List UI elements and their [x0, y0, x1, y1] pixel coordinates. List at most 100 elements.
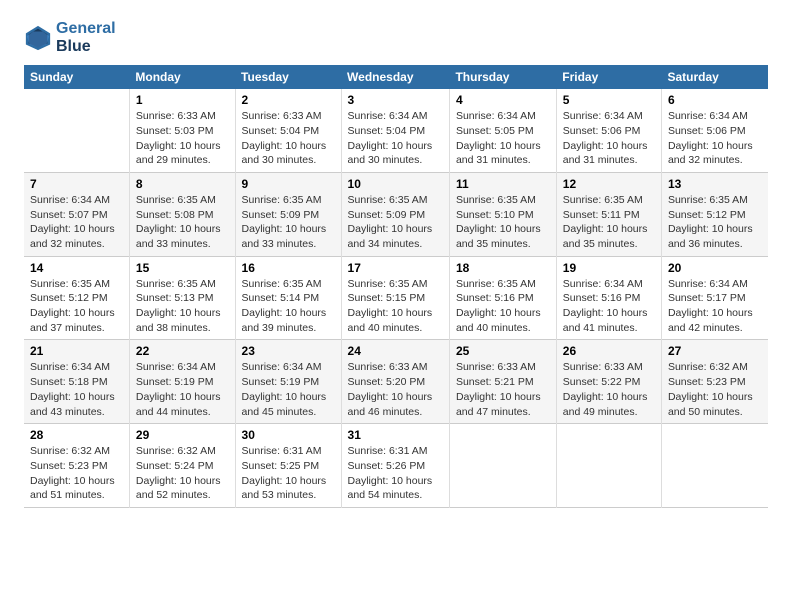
cell-line: and 29 minutes. — [136, 153, 229, 168]
cell-line: Sunset: 5:19 PM — [242, 375, 335, 390]
cell-w3-d1: 15Sunrise: 6:35 AMSunset: 5:13 PMDayligh… — [129, 256, 235, 340]
day-header-wednesday: Wednesday — [341, 65, 449, 89]
cell-w1-d4: 4Sunrise: 6:34 AMSunset: 5:05 PMDaylight… — [449, 89, 556, 172]
cell-w1-d2: 2Sunrise: 6:33 AMSunset: 5:04 PMDaylight… — [235, 89, 341, 172]
cell-line: Sunrise: 6:35 AM — [136, 277, 229, 292]
cell-line: Sunrise: 6:31 AM — [348, 444, 443, 459]
cell-line: Daylight: 10 hours — [348, 390, 443, 405]
day-number: 23 — [242, 344, 335, 358]
cell-line: Daylight: 10 hours — [136, 306, 229, 321]
day-number: 7 — [30, 177, 123, 191]
day-number: 3 — [348, 93, 443, 107]
cell-line: Sunset: 5:18 PM — [30, 375, 123, 390]
cell-w4-d2: 23 Sunrise: 6:34 AMSunset: 5:19 PMDayligh… — [235, 340, 341, 424]
day-number: 9 — [242, 177, 335, 191]
cell-line: Sunset: 5:09 PM — [348, 208, 443, 223]
cell-line: Daylight: 10 hours — [348, 139, 443, 154]
day-number: 20 — [668, 261, 762, 275]
cell-w5-d4 — [449, 424, 556, 508]
day-number: 2 — [242, 93, 335, 107]
cell-w3-d0: 14Sunrise: 6:35 AMSunset: 5:12 PMDayligh… — [24, 256, 129, 340]
cell-line: Sunrise: 6:33 AM — [136, 109, 229, 124]
cell-line: Sunrise: 6:35 AM — [456, 277, 550, 292]
cell-line: Sunrise: 6:34 AM — [563, 277, 655, 292]
cell-line: and 47 minutes. — [456, 405, 550, 420]
week-row-5: 28Sunrise: 6:32 AMSunset: 5:23 PMDayligh… — [24, 424, 768, 508]
cell-line: Sunset: 5:04 PM — [348, 124, 443, 139]
cell-w2-d4: 11Sunrise: 6:35 AMSunset: 5:10 PMDayligh… — [449, 172, 556, 256]
cell-line: Sunset: 5:11 PM — [563, 208, 655, 223]
cell-line: Daylight: 10 hours — [30, 306, 123, 321]
cell-line: Daylight: 10 hours — [136, 390, 229, 405]
cell-line: Sunset: 5:24 PM — [136, 459, 229, 474]
cell-line: and 37 minutes. — [30, 321, 123, 336]
cell-w1-d5: 5Sunrise: 6:34 AMSunset: 5:06 PMDaylight… — [556, 89, 661, 172]
cell-line: Sunrise: 6:35 AM — [348, 277, 443, 292]
cell-line: Daylight: 10 hours — [563, 139, 655, 154]
cell-line: Daylight: 10 hours — [563, 390, 655, 405]
cell-line: Sunset: 5:16 PM — [563, 291, 655, 306]
day-number: 11 — [456, 177, 550, 191]
day-number: 21 — [30, 344, 123, 358]
cell-line: Daylight: 10 hours — [348, 306, 443, 321]
cell-line: Sunset: 5:17 PM — [668, 291, 762, 306]
cell-line: Sunset: 5:23 PM — [668, 375, 762, 390]
cell-line: Sunrise: 6:33 AM — [456, 360, 550, 375]
cell-line: Sunset: 5:20 PM — [348, 375, 443, 390]
cell-line: Daylight: 10 hours — [242, 306, 335, 321]
cell-line: Sunset: 5:25 PM — [242, 459, 335, 474]
cell-line: Daylight: 10 hours — [456, 222, 550, 237]
cell-line: and 38 minutes. — [136, 321, 229, 336]
days-header-row: SundayMondayTuesdayWednesdayThursdayFrid… — [24, 65, 768, 89]
day-header-monday: Monday — [129, 65, 235, 89]
cell-line: Sunset: 5:19 PM — [136, 375, 229, 390]
day-number: 28 — [30, 428, 123, 442]
cell-line: Daylight: 10 hours — [136, 139, 229, 154]
day-number: 12 — [563, 177, 655, 191]
cell-line: Sunrise: 6:35 AM — [242, 277, 335, 292]
cell-line: Daylight: 10 hours — [242, 222, 335, 237]
cell-line: Daylight: 10 hours — [136, 222, 229, 237]
cell-line: and 50 minutes. — [668, 405, 762, 420]
cell-line: Daylight: 10 hours — [668, 306, 762, 321]
cell-line: Sunset: 5:06 PM — [668, 124, 762, 139]
cell-line: Sunrise: 6:34 AM — [30, 360, 123, 375]
cell-line: Sunrise: 6:32 AM — [30, 444, 123, 459]
cell-line: Daylight: 10 hours — [563, 222, 655, 237]
cell-line: Daylight: 10 hours — [242, 390, 335, 405]
cell-line: Sunset: 5:21 PM — [456, 375, 550, 390]
cell-line: Sunrise: 6:32 AM — [136, 444, 229, 459]
cell-line: and 32 minutes. — [30, 237, 123, 252]
day-number: 19 — [563, 261, 655, 275]
cell-line: Sunrise: 6:34 AM — [242, 360, 335, 375]
cell-line: and 39 minutes. — [242, 321, 335, 336]
cell-w4-d6: 27Sunrise: 6:32 AMSunset: 5:23 PMDayligh… — [661, 340, 768, 424]
day-number: 25 — [456, 344, 550, 358]
cell-w4-d0: 21Sunrise: 6:34 AMSunset: 5:18 PMDayligh… — [24, 340, 129, 424]
cell-w5-d6 — [661, 424, 768, 508]
cell-line: Sunset: 5:08 PM — [136, 208, 229, 223]
cell-w2-d5: 12 Sunrise: 6:35 AMSunset: 5:11 PMDayligh… — [556, 172, 661, 256]
cell-line: Sunset: 5:23 PM — [30, 459, 123, 474]
day-number: 8 — [136, 177, 229, 191]
cell-line: and 54 minutes. — [348, 488, 443, 503]
cell-line: Sunset: 5:10 PM — [456, 208, 550, 223]
day-header-thursday: Thursday — [449, 65, 556, 89]
cell-w5-d3: 31Sunrise: 6:31 AMSunset: 5:26 PMDayligh… — [341, 424, 449, 508]
cell-line: and 41 minutes. — [563, 321, 655, 336]
day-number: 16 — [242, 261, 335, 275]
header: General Blue — [24, 20, 768, 55]
cell-w3-d6: 20Sunrise: 6:34 AMSunset: 5:17 PMDayligh… — [661, 256, 768, 340]
cell-w5-d2: 30Sunrise: 6:31 AMSunset: 5:25 PMDayligh… — [235, 424, 341, 508]
logo-icon — [24, 24, 52, 52]
cell-line: and 43 minutes. — [30, 405, 123, 420]
cell-line: Sunrise: 6:33 AM — [242, 109, 335, 124]
cell-w1-d0 — [24, 89, 129, 172]
cell-w5-d0: 28Sunrise: 6:32 AMSunset: 5:23 PMDayligh… — [24, 424, 129, 508]
logo-text: General Blue — [56, 20, 116, 55]
week-row-1: 1Sunrise: 6:33 AMSunset: 5:03 PMDaylight… — [24, 89, 768, 172]
day-header-sunday: Sunday — [24, 65, 129, 89]
cell-line: and 52 minutes. — [136, 488, 229, 503]
cell-line: Sunrise: 6:35 AM — [563, 193, 655, 208]
cell-line: Sunset: 5:16 PM — [456, 291, 550, 306]
